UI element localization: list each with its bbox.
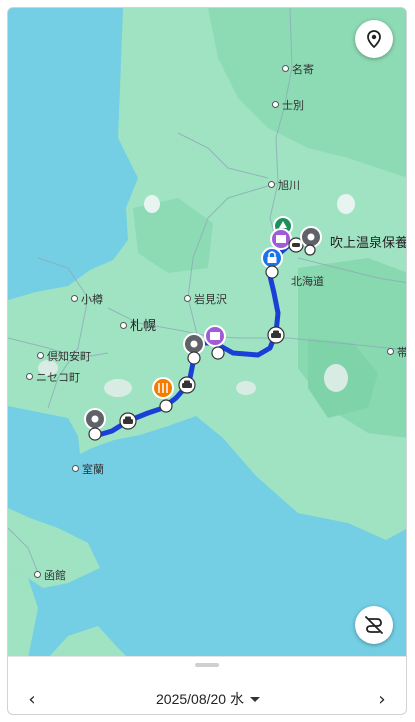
car-icon xyxy=(119,412,137,430)
location-pin-icon xyxy=(367,30,381,49)
route-off-icon xyxy=(365,616,383,634)
charging-marker[interactable] xyxy=(261,247,283,279)
app-frame: 名寄 士別 旭川 吹上温泉保養 北海道 小樽 岩見沢 札幌 倶知安町 ニセコ町 … xyxy=(7,7,407,715)
date-navigation-bar: ‹ 2025/08/20 水 › xyxy=(8,656,406,714)
my-location-button[interactable] xyxy=(355,20,393,58)
stop-marker-sapporo[interactable] xyxy=(183,333,205,365)
stop-marker-muroran[interactable] xyxy=(84,408,106,441)
car-icon xyxy=(267,326,285,344)
drag-handle[interactable] xyxy=(195,663,219,667)
car-icon xyxy=(178,376,196,394)
toggle-route-button[interactable] xyxy=(355,606,393,644)
date-selector[interactable]: 2025/08/20 水 xyxy=(8,689,406,709)
restaurant-marker[interactable] xyxy=(152,377,174,413)
date-label: 2025/08/20 水 xyxy=(156,691,244,707)
hotel-marker-sapporo[interactable] xyxy=(204,325,226,360)
stop-marker-fukiage[interactable] xyxy=(300,226,322,256)
route-markers-layer xyxy=(84,216,322,441)
map-view[interactable]: 名寄 士別 旭川 吹上温泉保養 北海道 小樽 岩見沢 札幌 倶知安町 ニセコ町 … xyxy=(8,8,406,658)
hotel-marker-fukiage[interactable] xyxy=(270,228,292,250)
caret-down-icon xyxy=(249,697,260,702)
next-day-button[interactable]: › xyxy=(370,687,394,711)
